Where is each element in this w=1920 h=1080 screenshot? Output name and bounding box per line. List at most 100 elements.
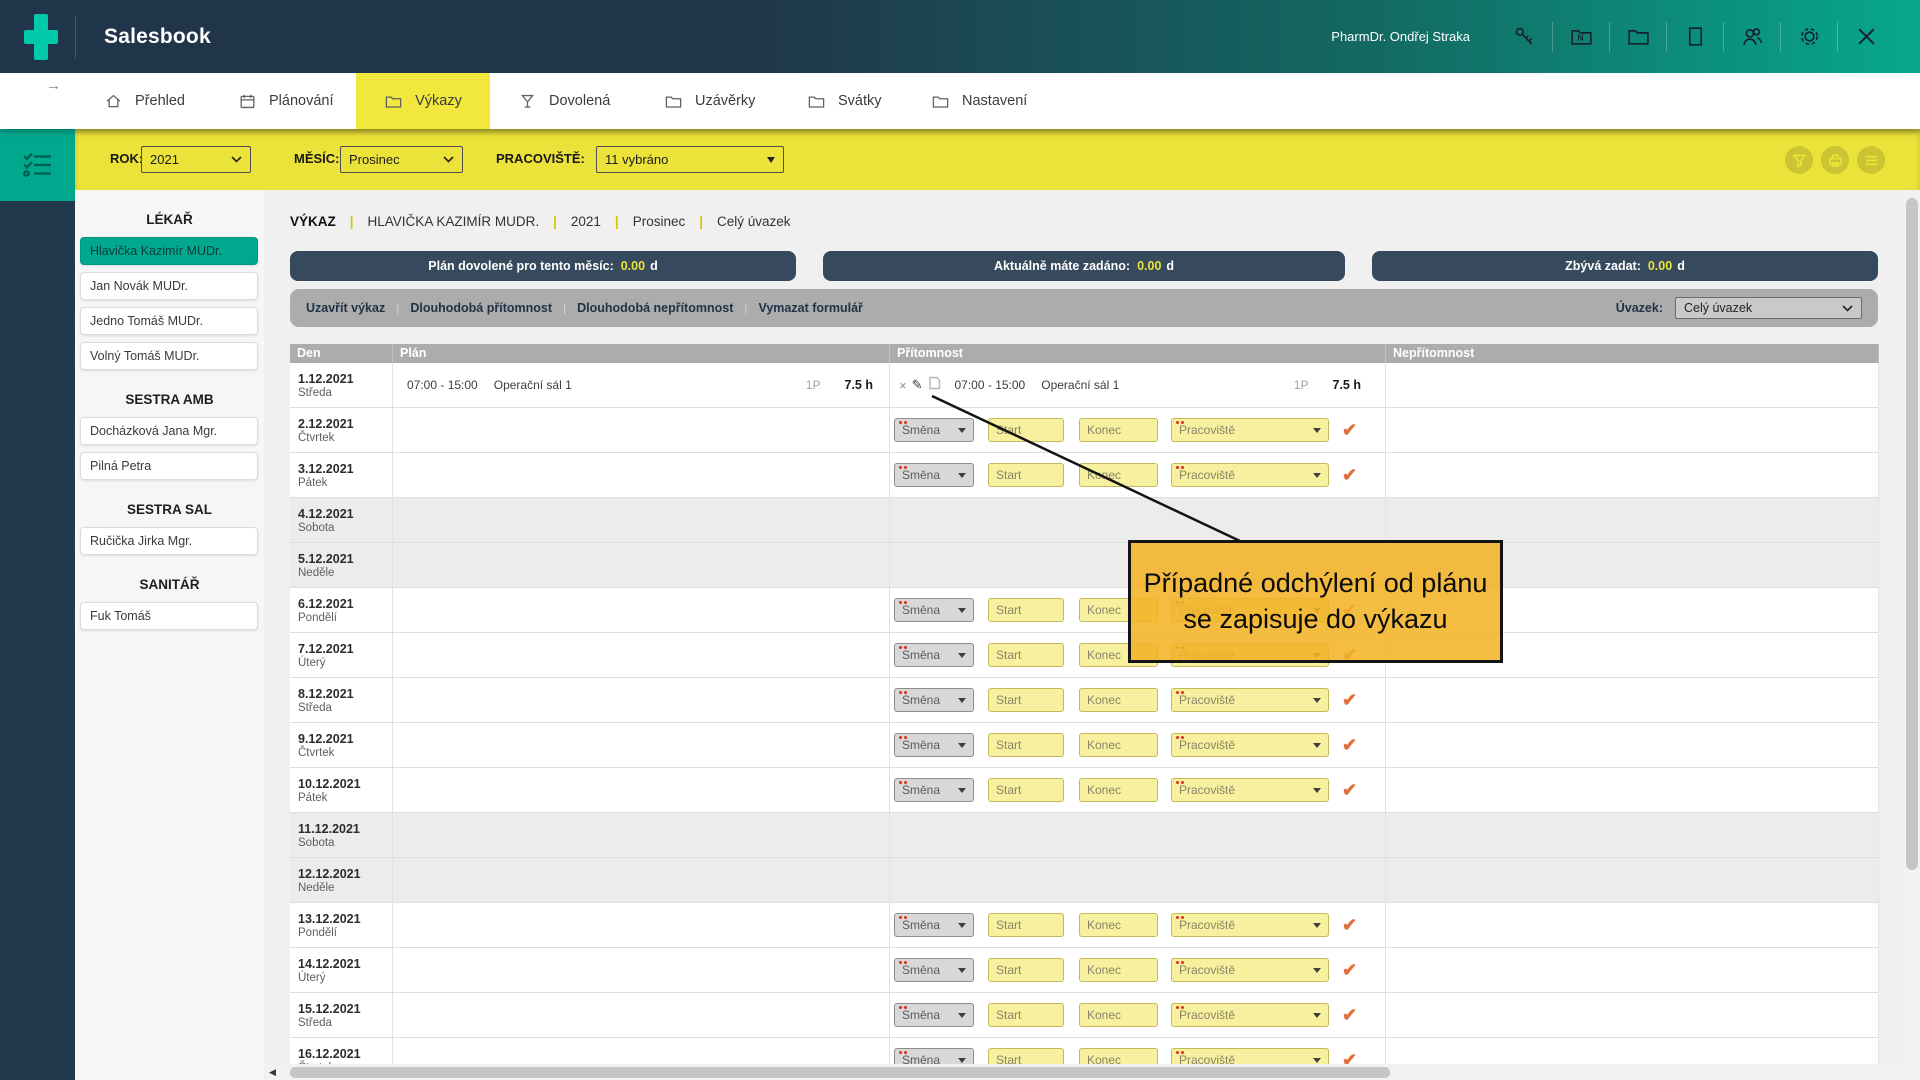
end-input[interactable]	[1079, 913, 1158, 937]
sidebar-item-fuk[interactable]: Fuk Tomáš	[80, 602, 258, 630]
tab-prehled[interactable]: Přehled	[104, 73, 185, 129]
shift-select[interactable]: Směna	[894, 913, 974, 937]
end-input[interactable]	[1079, 688, 1158, 712]
sidebar-toggle[interactable]	[0, 129, 75, 201]
end-input[interactable]	[1079, 418, 1158, 442]
shift-select[interactable]: Směna	[894, 643, 974, 667]
page-icon[interactable]	[1682, 24, 1708, 50]
checklist-icon	[20, 148, 56, 182]
sidebar-item-dochazkova[interactable]: Docházková Jana Mgr.	[80, 417, 258, 445]
horizontal-scrollbar[interactable]: ◀	[264, 1064, 1904, 1080]
mesic-select[interactable]: Prosinec	[340, 146, 463, 173]
tab-uzaverky[interactable]: Uzávěrky	[664, 73, 755, 129]
uzavrit-vykaz-button[interactable]: Uzavřít výkaz	[306, 301, 385, 315]
vertical-scrollbar[interactable]	[1904, 190, 1920, 1080]
chevron-down-icon	[1313, 923, 1321, 928]
start-input[interactable]	[988, 418, 1064, 442]
end-input[interactable]	[1079, 958, 1158, 982]
shift-select[interactable]: Směna	[894, 733, 974, 757]
copy-icon[interactable]	[928, 376, 941, 395]
shift-select[interactable]: Směna	[894, 958, 974, 982]
workplace-select[interactable]: Pracoviště	[1171, 418, 1329, 442]
required-marker	[899, 466, 902, 469]
folder-n-icon[interactable]: N	[1568, 24, 1594, 50]
check-icon[interactable]: ✔	[1342, 1005, 1357, 1026]
start-input[interactable]	[988, 463, 1064, 487]
shift-select[interactable]: Směna	[894, 778, 974, 802]
pracoviste-select[interactable]: 11 vybráno	[596, 146, 784, 173]
workplace-select[interactable]: Pracoviště	[1171, 913, 1329, 937]
start-input[interactable]	[988, 778, 1064, 802]
start-input[interactable]	[988, 958, 1064, 982]
workplace-select[interactable]: Pracoviště	[1171, 1003, 1329, 1027]
start-input[interactable]	[988, 913, 1064, 937]
back-arrow-icon[interactable]: →	[46, 77, 61, 94]
vymazat-formular-button[interactable]: Vymazat formulář	[758, 301, 862, 315]
dlouhodoba-pritomnost-button[interactable]: Dlouhodobá přítomnost	[410, 301, 552, 315]
folder-icon[interactable]	[1625, 24, 1651, 50]
filter-button[interactable]	[1785, 146, 1813, 174]
rok-select[interactable]: 2021	[141, 146, 251, 173]
end-input[interactable]	[1079, 463, 1158, 487]
end-input[interactable]	[1079, 1003, 1158, 1027]
shift-select[interactable]: Směna	[894, 688, 974, 712]
edit-icon[interactable]: ✎	[912, 377, 923, 393]
svg-text:N: N	[1577, 33, 1583, 43]
workplace-select[interactable]: Pracoviště	[1171, 463, 1329, 487]
tab-dovolena[interactable]: Dovolená	[518, 73, 610, 129]
tab-svatky[interactable]: Svátky	[807, 73, 882, 129]
shift-select[interactable]: Směna	[894, 1003, 974, 1027]
shift-select[interactable]: Směna	[894, 598, 974, 622]
shift-select[interactable]: Směna	[894, 463, 974, 487]
chevron-down-icon	[958, 968, 966, 973]
check-icon[interactable]: ✔	[1342, 780, 1357, 801]
table-row: 2.12.2021Čtvrtek Směna Pracoviště ✔	[290, 408, 1879, 453]
delete-icon[interactable]: ×	[899, 378, 907, 393]
table-row: 14.12.2021Úterý Směna Pracoviště ✔	[290, 948, 1879, 993]
sidebar-item-novak[interactable]: Jan Novák MUDr.	[80, 272, 258, 300]
check-icon[interactable]: ✔	[1342, 690, 1357, 711]
required-marker	[899, 916, 902, 919]
workplace-select[interactable]: Pracoviště	[1171, 958, 1329, 982]
workplace-select[interactable]: Pracoviště	[1171, 778, 1329, 802]
check-icon[interactable]: ✔	[1342, 915, 1357, 936]
uvazek-select[interactable]: Celý úvazek	[1675, 297, 1862, 319]
start-input[interactable]	[988, 1003, 1064, 1027]
tab-nastaveni[interactable]: Nastavení	[931, 73, 1027, 129]
table-row-weekend: 11.12.2021Sobota	[290, 813, 1879, 858]
check-icon[interactable]: ✔	[1342, 735, 1357, 756]
workplace-select[interactable]: Pracoviště	[1171, 688, 1329, 712]
sidebar-item-jedno[interactable]: Jedno Tomáš MUDr.	[80, 307, 258, 335]
sidebar-item-pilna[interactable]: Pilná Petra	[80, 452, 258, 480]
start-input[interactable]	[988, 598, 1064, 622]
scrollbar-thumb[interactable]	[1906, 198, 1918, 870]
check-icon[interactable]: ✔	[1342, 420, 1357, 441]
start-input[interactable]	[988, 643, 1064, 667]
section-title: LÉKAŘ	[75, 212, 264, 227]
scroll-left-arrow[interactable]: ◀	[269, 1067, 276, 1078]
divider	[1837, 22, 1838, 52]
scrollbar-thumb[interactable]	[290, 1067, 1390, 1078]
dlouhodoba-nepritomnost-button[interactable]: Dlouhodobá nepřítomnost	[577, 301, 733, 315]
end-input[interactable]	[1079, 733, 1158, 757]
check-icon[interactable]: ✔	[1342, 960, 1357, 981]
section-title: SANITÁŘ	[75, 577, 264, 592]
end-input[interactable]	[1079, 778, 1158, 802]
sidebar-item-volny[interactable]: Volný Tomáš MUDr.	[80, 342, 258, 370]
tab-vykazy-active[interactable]: Výkazy	[356, 73, 490, 129]
gear-icon[interactable]	[1796, 24, 1822, 50]
sidebar-item-rucicka[interactable]: Ručička Jirka Mgr.	[80, 527, 258, 555]
check-icon[interactable]: ✔	[1342, 465, 1357, 486]
users-icon[interactable]	[1739, 24, 1765, 50]
menu-button[interactable]	[1857, 146, 1885, 174]
workplace-select[interactable]: Pracoviště	[1171, 733, 1329, 757]
sidebar-item-hlavicka[interactable]: Hlavička Kazimír MUDr.	[80, 237, 258, 265]
tab-planovani[interactable]: Plánování	[238, 73, 334, 129]
shift-select[interactable]: Směna	[894, 418, 974, 442]
print-button[interactable]	[1821, 146, 1849, 174]
start-input[interactable]	[988, 688, 1064, 712]
close-icon[interactable]	[1853, 24, 1879, 50]
key-icon[interactable]	[1511, 24, 1537, 50]
left-rail	[0, 201, 75, 1080]
start-input[interactable]	[988, 733, 1064, 757]
